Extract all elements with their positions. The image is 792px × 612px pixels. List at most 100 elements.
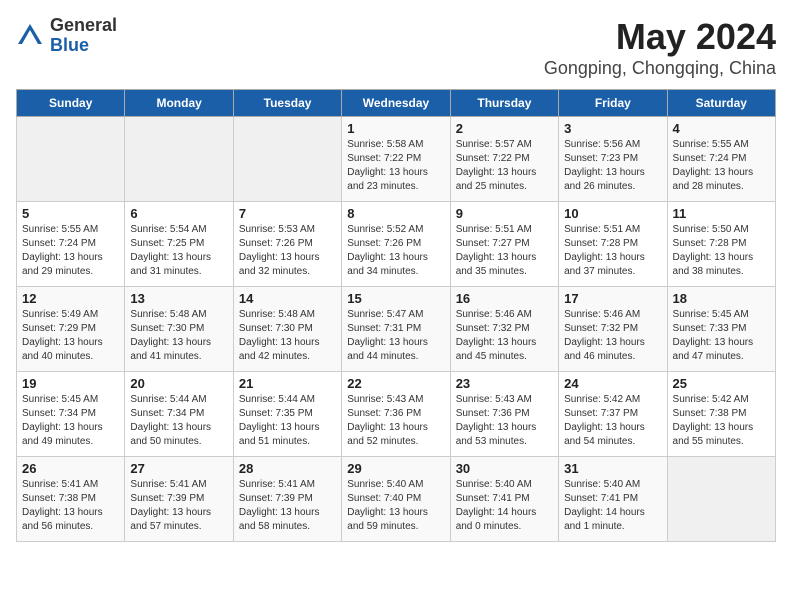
calendar-cell: 19Sunrise: 5:45 AMSunset: 7:34 PMDayligh… [17, 372, 125, 457]
calendar-cell: 21 Sunrise: 5:44 AMSunset: 7:35 PMDayligh… [233, 372, 341, 457]
calendar-cell: 14 Sunrise: 5:48 AMSunset: 7:30 PMDayligh… [233, 287, 341, 372]
header-wednesday: Wednesday [342, 90, 450, 117]
calendar-cell: 4 Sunrise: 5:55 AMSunset: 7:24 PMDaylight… [667, 117, 775, 202]
day-number: 9 [456, 206, 553, 221]
week-row-5: 26 Sunrise: 5:41 AMSunset: 7:38 PMDayligh… [17, 457, 776, 542]
calendar-cell: 15 Sunrise: 5:47 AMSunset: 7:31 PMDayligh… [342, 287, 450, 372]
calendar-table: SundayMondayTuesdayWednesdayThursdayFrid… [16, 89, 776, 542]
day-number: 10 [564, 206, 661, 221]
logo-text: General Blue [50, 16, 117, 56]
day-number: 15 [347, 291, 444, 306]
day-info: Sunrise: 5:43 AMSunset: 7:36 PMDaylight:… [347, 393, 444, 449]
calendar-cell: 13 Sunrise: 5:48 AMSunset: 7:30 PMDayligh… [125, 287, 233, 372]
day-info: Sunrise: 5:45 AMSunset: 7:34 PMDaylight:… [22, 393, 119, 449]
calendar-cell: 24 Sunrise: 5:42 AMSunset: 7:37 PMDayligh… [559, 372, 667, 457]
day-number: 11 [673, 206, 770, 221]
day-number: 26 [22, 461, 119, 476]
calendar-cell: 25Sunrise: 5:42 AMSunset: 7:38 PMDayligh… [667, 372, 775, 457]
header-friday: Friday [559, 90, 667, 117]
logo-general-text: General [50, 16, 117, 36]
day-info: Sunrise: 5:40 AMSunset: 7:40 PMDaylight:… [347, 478, 444, 534]
week-row-2: 5 Sunrise: 5:55 AMSunset: 7:24 PMDaylight… [17, 202, 776, 287]
day-info: Sunrise: 5:55 AMSunset: 7:24 PMDaylight:… [22, 223, 119, 279]
day-info: Sunrise: 5:47 AMSunset: 7:31 PMDaylight:… [347, 308, 444, 364]
logo: General Blue [16, 16, 117, 56]
day-info: Sunrise: 5:42 AMSunset: 7:37 PMDaylight:… [564, 393, 661, 449]
calendar-cell: 28Sunrise: 5:41 AMSunset: 7:39 PMDayligh… [233, 457, 341, 542]
calendar-cell: 2Sunrise: 5:57 AMSunset: 7:22 PMDaylight… [450, 117, 558, 202]
day-info: Sunrise: 5:55 AMSunset: 7:24 PMDaylight:… [673, 138, 770, 194]
day-info: Sunrise: 5:46 AMSunset: 7:32 PMDaylight:… [456, 308, 553, 364]
calendar-cell: 17 Sunrise: 5:46 AMSunset: 7:32 PMDayligh… [559, 287, 667, 372]
calendar-cell: 29 Sunrise: 5:40 AMSunset: 7:40 PMDayligh… [342, 457, 450, 542]
day-number: 22 [347, 376, 444, 391]
day-info: Sunrise: 5:45 AMSunset: 7:33 PMDaylight:… [673, 308, 770, 364]
calendar-cell: 3 Sunrise: 5:56 AMSunset: 7:23 PMDaylight… [559, 117, 667, 202]
location-title: Gongping, Chongqing, China [544, 58, 776, 79]
day-number: 14 [239, 291, 336, 306]
calendar-cell: 12 Sunrise: 5:49 AMSunset: 7:29 PMDayligh… [17, 287, 125, 372]
day-number: 21 [239, 376, 336, 391]
calendar-cell: 7 Sunrise: 5:53 AMSunset: 7:26 PMDaylight… [233, 202, 341, 287]
day-info: Sunrise: 5:50 AMSunset: 7:28 PMDaylight:… [673, 223, 770, 279]
calendar-cell: 30 Sunrise: 5:40 AMSunset: 7:41 PMDayligh… [450, 457, 558, 542]
day-info: Sunrise: 5:40 AMSunset: 7:41 PMDaylight:… [456, 478, 553, 534]
calendar-cell: 11 Sunrise: 5:50 AMSunset: 7:28 PMDayligh… [667, 202, 775, 287]
calendar-cell: 5 Sunrise: 5:55 AMSunset: 7:24 PMDaylight… [17, 202, 125, 287]
day-number: 24 [564, 376, 661, 391]
day-number: 18 [673, 291, 770, 306]
calendar-cell: 22 Sunrise: 5:43 AMSunset: 7:36 PMDayligh… [342, 372, 450, 457]
calendar-cell: 16 Sunrise: 5:46 AMSunset: 7:32 PMDayligh… [450, 287, 558, 372]
header-tuesday: Tuesday [233, 90, 341, 117]
day-info: Sunrise: 5:42 AMSunset: 7:38 PMDaylight:… [673, 393, 770, 449]
day-info: Sunrise: 5:44 AMSunset: 7:35 PMDaylight:… [239, 393, 336, 449]
day-number: 29 [347, 461, 444, 476]
day-info: Sunrise: 5:48 AMSunset: 7:30 PMDaylight:… [130, 308, 227, 364]
day-number: 23 [456, 376, 553, 391]
day-info: Sunrise: 5:41 AMSunset: 7:39 PMDaylight:… [130, 478, 227, 534]
day-info: Sunrise: 5:44 AMSunset: 7:34 PMDaylight:… [130, 393, 227, 449]
header-sunday: Sunday [17, 90, 125, 117]
day-info: Sunrise: 5:48 AMSunset: 7:30 PMDaylight:… [239, 308, 336, 364]
day-number: 30 [456, 461, 553, 476]
day-info: Sunrise: 5:46 AMSunset: 7:32 PMDaylight:… [564, 308, 661, 364]
logo-blue-text: Blue [50, 36, 117, 56]
calendar-cell: 10Sunrise: 5:51 AMSunset: 7:28 PMDayligh… [559, 202, 667, 287]
day-number: 5 [22, 206, 119, 221]
day-info: Sunrise: 5:43 AMSunset: 7:36 PMDaylight:… [456, 393, 553, 449]
week-row-4: 19Sunrise: 5:45 AMSunset: 7:34 PMDayligh… [17, 372, 776, 457]
day-number: 12 [22, 291, 119, 306]
day-info: Sunrise: 5:57 AMSunset: 7:22 PMDaylight:… [456, 138, 553, 194]
day-number: 16 [456, 291, 553, 306]
calendar-cell: 27 Sunrise: 5:41 AMSunset: 7:39 PMDayligh… [125, 457, 233, 542]
day-info: Sunrise: 5:49 AMSunset: 7:29 PMDaylight:… [22, 308, 119, 364]
calendar-cell: 23 Sunrise: 5:43 AMSunset: 7:36 PMDayligh… [450, 372, 558, 457]
day-info: Sunrise: 5:54 AMSunset: 7:25 PMDaylight:… [130, 223, 227, 279]
week-row-3: 12 Sunrise: 5:49 AMSunset: 7:29 PMDayligh… [17, 287, 776, 372]
month-title: May 2024 [544, 16, 776, 58]
calendar-cell: 20Sunrise: 5:44 AMSunset: 7:34 PMDayligh… [125, 372, 233, 457]
header-monday: Monday [125, 90, 233, 117]
day-number: 17 [564, 291, 661, 306]
calendar-header-row: SundayMondayTuesdayWednesdayThursdayFrid… [17, 90, 776, 117]
day-number: 27 [130, 461, 227, 476]
calendar-cell: 31Sunrise: 5:40 AMSunset: 7:41 PMDayligh… [559, 457, 667, 542]
logo-icon [16, 22, 44, 50]
day-number: 3 [564, 121, 661, 136]
page-header: General Blue May 2024 Gongping, Chongqin… [16, 16, 776, 79]
day-info: Sunrise: 5:56 AMSunset: 7:23 PMDaylight:… [564, 138, 661, 194]
calendar-cell: 26 Sunrise: 5:41 AMSunset: 7:38 PMDayligh… [17, 457, 125, 542]
calendar-cell: 18 Sunrise: 5:45 AMSunset: 7:33 PMDayligh… [667, 287, 775, 372]
calendar-cell: 1Sunrise: 5:58 AMSunset: 7:22 PMDaylight… [342, 117, 450, 202]
day-info: Sunrise: 5:53 AMSunset: 7:26 PMDaylight:… [239, 223, 336, 279]
calendar-cell: 6Sunrise: 5:54 AMSunset: 7:25 PMDaylight… [125, 202, 233, 287]
week-row-1: 1Sunrise: 5:58 AMSunset: 7:22 PMDaylight… [17, 117, 776, 202]
day-info: Sunrise: 5:52 AMSunset: 7:26 PMDaylight:… [347, 223, 444, 279]
day-info: Sunrise: 5:41 AMSunset: 7:39 PMDaylight:… [239, 478, 336, 534]
day-number: 13 [130, 291, 227, 306]
day-number: 1 [347, 121, 444, 136]
day-number: 7 [239, 206, 336, 221]
day-info: Sunrise: 5:41 AMSunset: 7:38 PMDaylight:… [22, 478, 119, 534]
calendar-cell [125, 117, 233, 202]
day-number: 4 [673, 121, 770, 136]
